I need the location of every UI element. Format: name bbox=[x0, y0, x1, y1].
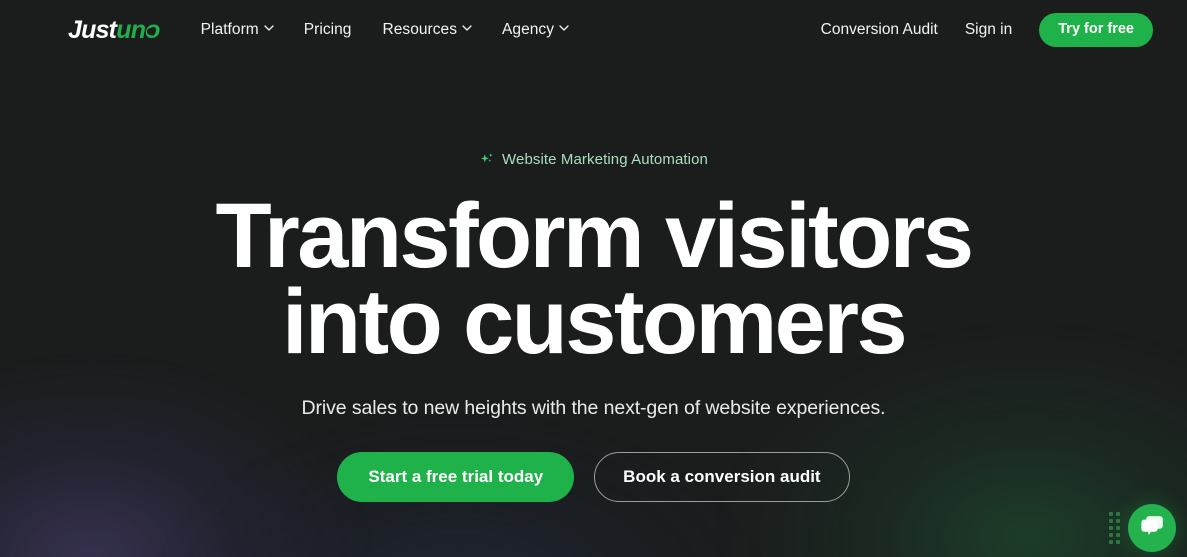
landing-page: Just uno Platform Pricing Resources Agenc… bbox=[0, 0, 1187, 557]
nav-item-platform[interactable]: Platform bbox=[200, 21, 274, 39]
drag-dot bbox=[1116, 540, 1120, 544]
chevron-down-icon bbox=[559, 24, 569, 34]
secondary-navigation: Conversion Audit Sign in Try for free bbox=[821, 13, 1153, 47]
drag-dot bbox=[1109, 540, 1113, 544]
hero-eyebrow: Website Marketing Automation bbox=[479, 152, 708, 167]
hero-headline-line-1: Transform visitors bbox=[215, 185, 975, 287]
hero-subheadline: Drive sales to new heights with the next… bbox=[301, 397, 886, 420]
drag-dot bbox=[1109, 519, 1113, 523]
logo-justuno[interactable]: Just uno bbox=[68, 15, 160, 44]
drag-dot bbox=[1116, 526, 1120, 530]
drag-dot bbox=[1109, 512, 1113, 516]
drag-dot bbox=[1116, 512, 1120, 516]
site-header: Just uno Platform Pricing Resources Agenc… bbox=[0, 0, 1187, 60]
hero-headline: Transform visitors into customers bbox=[0, 185, 1187, 373]
hero-cta-row: Start a free trial today Book a conversi… bbox=[0, 452, 1187, 503]
hero-eyebrow-label: Website Marketing Automation bbox=[502, 151, 708, 168]
nav-link-sign-in[interactable]: Sign in bbox=[965, 21, 1012, 39]
chevron-down-icon bbox=[462, 24, 472, 34]
nav-item-resources[interactable]: Resources bbox=[382, 21, 472, 39]
book-conversion-audit-button[interactable]: Book a conversion audit bbox=[594, 452, 850, 503]
chevron-down-icon bbox=[264, 24, 274, 34]
primary-navigation: Platform Pricing Resources Agency bbox=[200, 21, 569, 39]
try-for-free-button[interactable]: Try for free bbox=[1039, 13, 1153, 47]
nav-item-label: Resources bbox=[382, 21, 458, 38]
drag-dot bbox=[1116, 533, 1120, 537]
nav-item-label: Platform bbox=[200, 21, 259, 38]
hero-section: Website Marketing Automation Transform v… bbox=[0, 60, 1187, 503]
nav-link-conversion-audit[interactable]: Conversion Audit bbox=[821, 21, 938, 39]
logo-dot-icon bbox=[146, 27, 154, 35]
sparkle-icon bbox=[479, 152, 495, 167]
drag-dot bbox=[1109, 533, 1113, 537]
hero-headline-line-2: into customers bbox=[281, 270, 908, 373]
start-free-trial-button[interactable]: Start a free trial today bbox=[337, 452, 575, 503]
nav-item-label: Agency bbox=[502, 21, 555, 38]
chat-launcher-button[interactable] bbox=[1128, 504, 1176, 552]
nav-item-pricing[interactable]: Pricing bbox=[304, 21, 352, 39]
chat-widget bbox=[1109, 504, 1176, 552]
logo-text-primary: Just bbox=[68, 15, 117, 44]
drag-handle-dots-icon[interactable] bbox=[1109, 512, 1120, 544]
nav-item-label: Pricing bbox=[303, 21, 352, 38]
drag-dot bbox=[1109, 526, 1113, 530]
nav-item-agency[interactable]: Agency bbox=[502, 21, 569, 39]
drag-dot bbox=[1116, 519, 1120, 523]
chat-bubble-icon bbox=[1140, 514, 1165, 542]
